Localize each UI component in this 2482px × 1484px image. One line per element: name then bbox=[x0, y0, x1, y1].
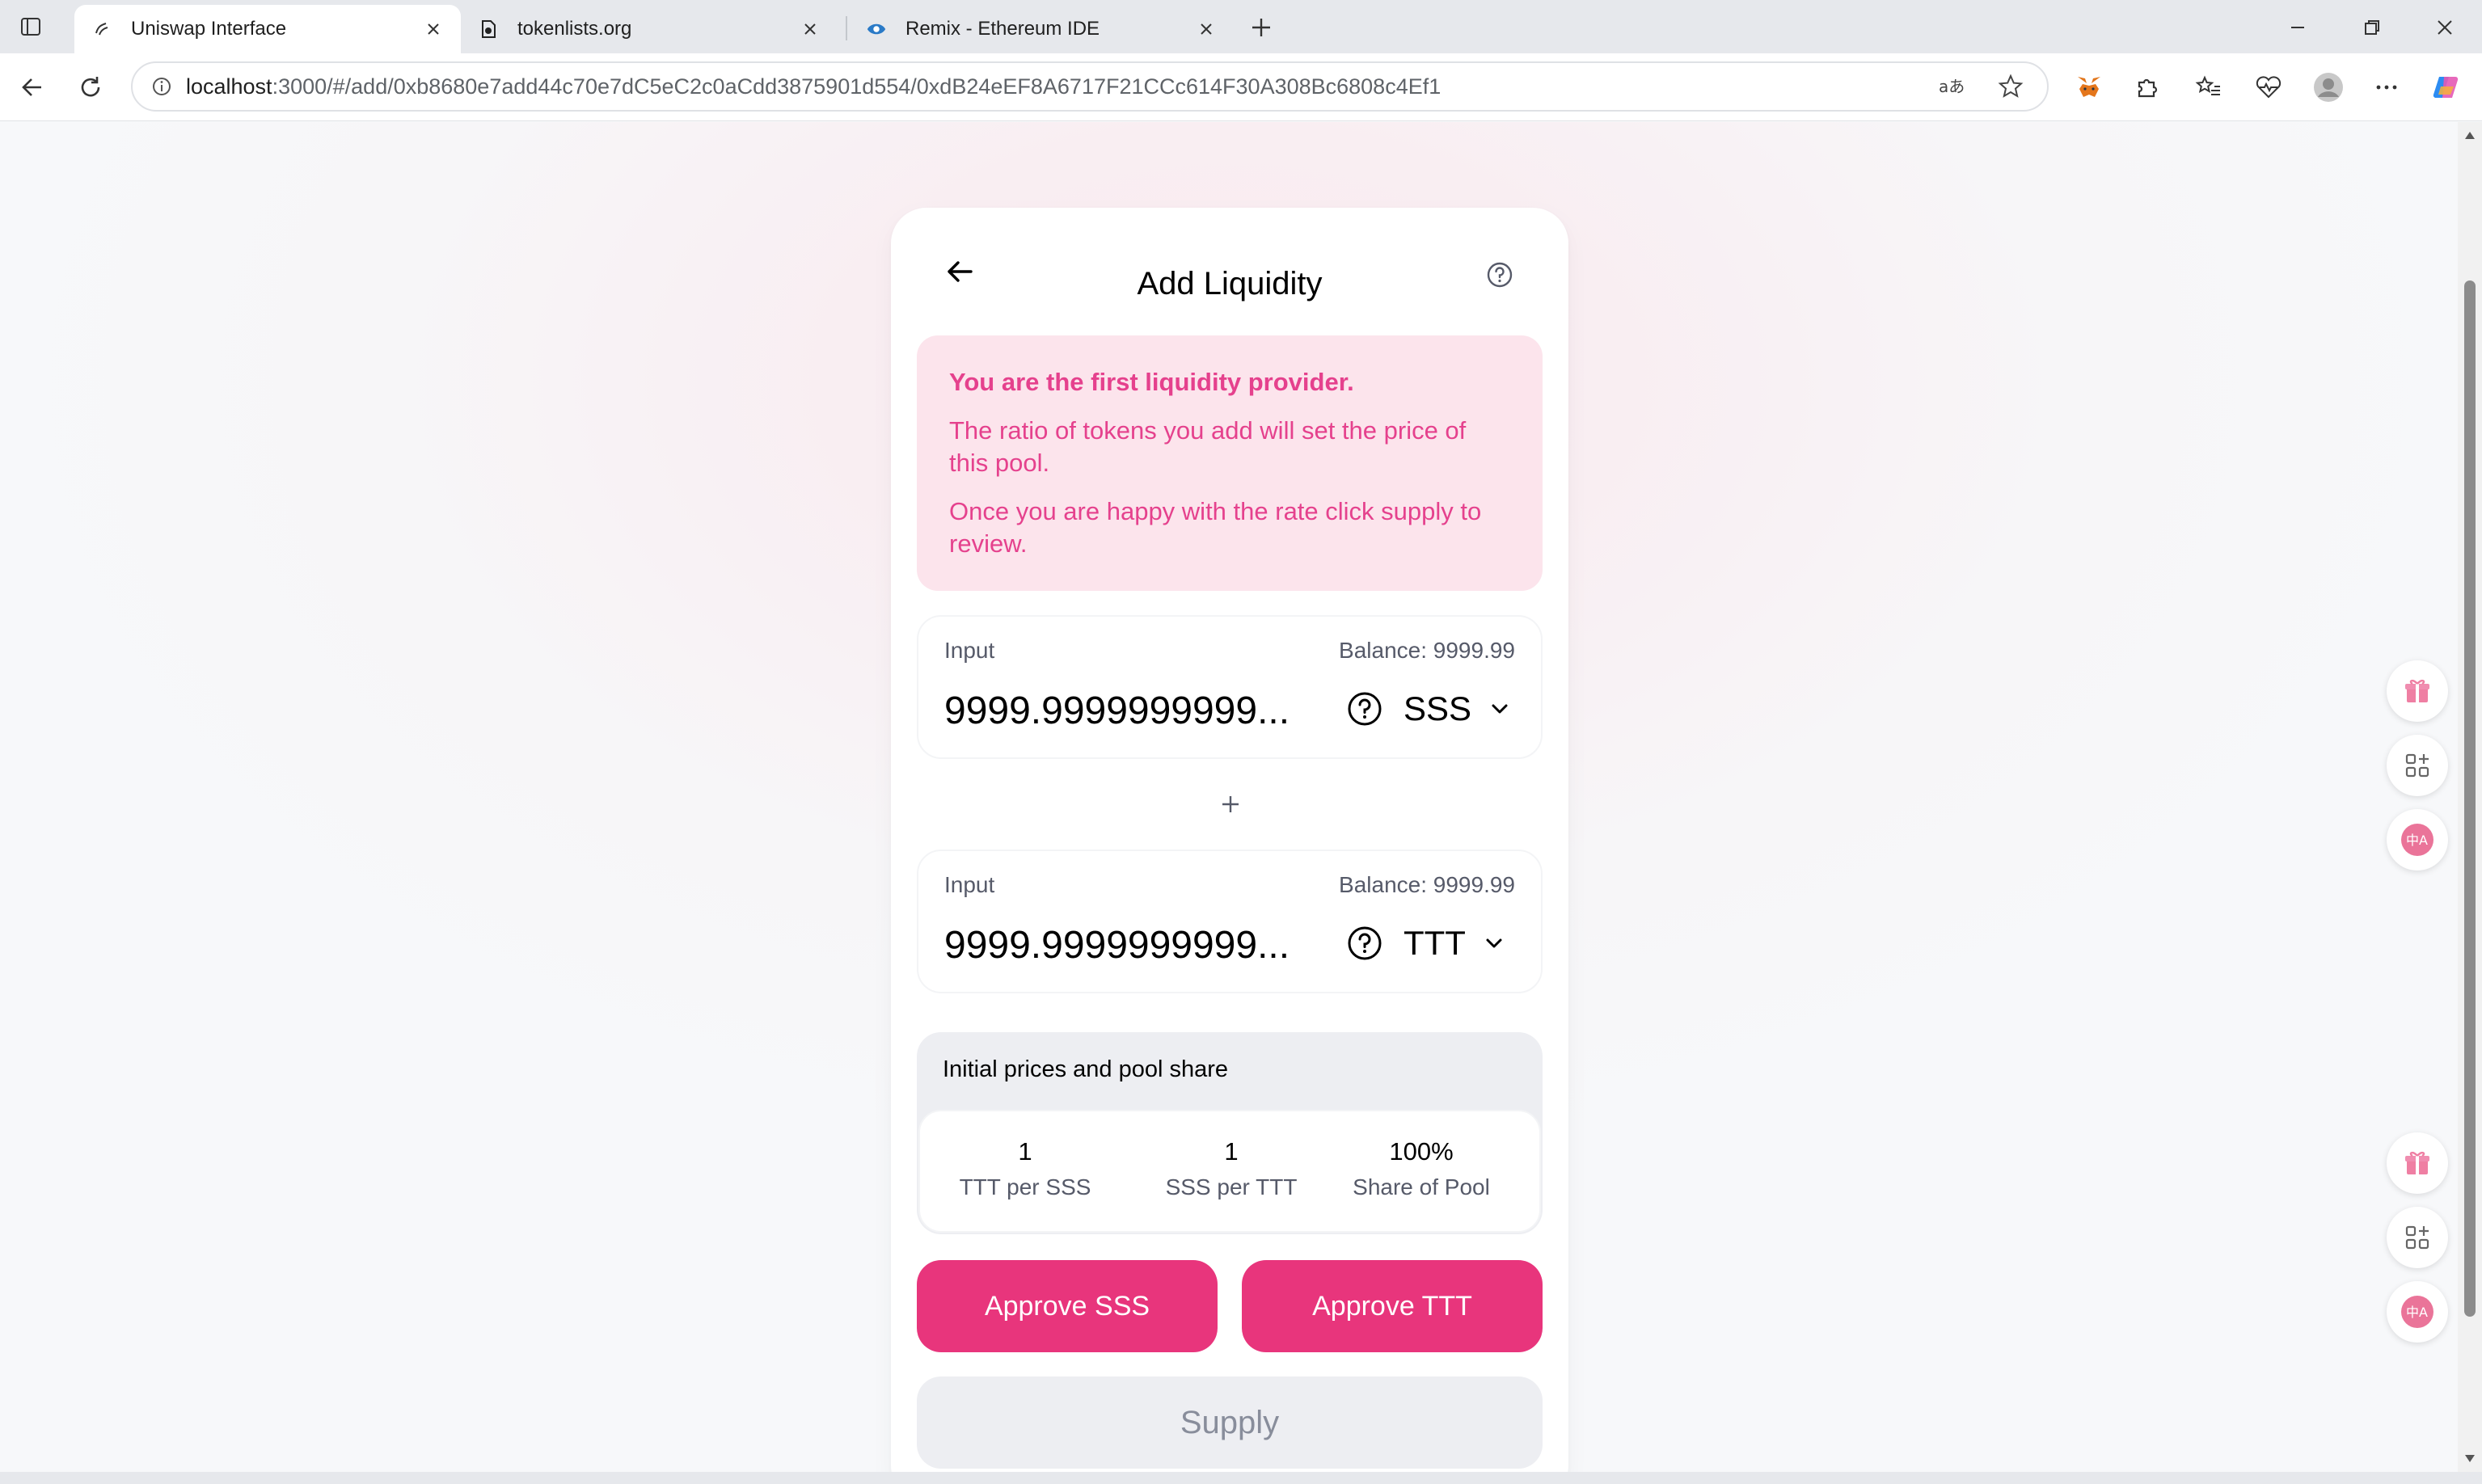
tab-title: Remix - Ethereum IDE bbox=[905, 18, 1100, 40]
approve-sss-button[interactable]: Approve SSS bbox=[917, 1260, 1218, 1352]
chevron-down-icon bbox=[1488, 697, 1512, 721]
close-tab-icon[interactable] bbox=[1195, 18, 1218, 40]
balance-text[interactable]: Balance: 9999.99 bbox=[1339, 872, 1515, 898]
input-label: Input bbox=[944, 638, 995, 663]
initial-prices-panel: Initial prices and pool share 1 TTT per … bbox=[917, 1032, 1543, 1234]
help-question-icon[interactable] bbox=[1481, 256, 1518, 293]
more-menu-icon[interactable] bbox=[2369, 70, 2404, 105]
uniswap-favicon-icon bbox=[91, 18, 113, 40]
currency-input-panel-a: Input Balance: 9999.99 SSS bbox=[917, 615, 1543, 759]
tab-uniswap[interactable]: Uniswap Interface bbox=[74, 5, 461, 53]
url-text[interactable]: localhost:3000/#/add/0xb8680e7add44c70e7… bbox=[186, 74, 1931, 99]
amount-input-a[interactable] bbox=[944, 686, 1332, 735]
page-scrollbar[interactable] bbox=[2458, 122, 2482, 1472]
first-provider-notice: You are the first liquidity provider. Th… bbox=[917, 335, 1543, 591]
unknown-token-icon bbox=[1345, 924, 1384, 963]
apps-add-icon[interactable] bbox=[2387, 735, 2448, 796]
close-tab-icon[interactable] bbox=[799, 18, 821, 40]
read-aloud-icon[interactable]: aあ bbox=[1931, 65, 1974, 108]
new-tab-button[interactable] bbox=[1245, 11, 1277, 44]
browser-essentials-icon[interactable] bbox=[2251, 70, 2286, 105]
browser-tab-bar: Uniswap Interface tokenlists.org Remix -… bbox=[0, 0, 2482, 53]
tab-title: Uniswap Interface bbox=[131, 18, 287, 40]
browser-toolbar: localhost:3000/#/add/0xb8680e7add44c70e7… bbox=[0, 53, 2482, 121]
sidebar-toggle-icon[interactable] bbox=[16, 12, 45, 41]
site-info-icon[interactable] bbox=[137, 62, 186, 111]
address-bar[interactable]: localhost:3000/#/add/0xb8680e7add44c70e7… bbox=[131, 61, 2049, 112]
plus-icon bbox=[1214, 788, 1247, 820]
price-value: 1 bbox=[1224, 1137, 1239, 1166]
url-host: localhost bbox=[186, 74, 272, 99]
close-tab-icon[interactable] bbox=[422, 18, 445, 40]
price-label: Share of Pool bbox=[1353, 1174, 1490, 1199]
profile-avatar-icon[interactable] bbox=[2311, 70, 2346, 105]
scroll-down-icon[interactable] bbox=[2462, 1451, 2478, 1467]
page-title: Add Liquidity bbox=[1137, 266, 1323, 301]
notice-review-text: Once you are happy with the rate click s… bbox=[949, 497, 1482, 558]
token-select-b[interactable]: TTT bbox=[1345, 919, 1506, 968]
svg-text:中A: 中A bbox=[2406, 1305, 2428, 1320]
tab-tokenlists[interactable]: tokenlists.org bbox=[461, 5, 838, 53]
reload-icon[interactable] bbox=[73, 70, 108, 105]
extensions-icon[interactable] bbox=[2130, 70, 2165, 105]
translate-icon[interactable]: 中A bbox=[2387, 1281, 2448, 1343]
price-item-ttt-per-sss: 1 TTT per SSS bbox=[944, 1136, 1106, 1204]
url-path: :3000/#/add/0xb8680e7add44c70e7dC5eC2c0a… bbox=[272, 74, 1442, 99]
price-label: SSS per TTT bbox=[1165, 1174, 1298, 1199]
notice-heading: You are the first liquidity provider. bbox=[949, 368, 1354, 396]
scroll-up-icon[interactable] bbox=[2462, 127, 2478, 143]
svg-text:aあ: aあ bbox=[1939, 77, 1965, 96]
window-bottom-edge bbox=[0, 1472, 2482, 1484]
notice-ratio-text: The ratio of tokens you add will set the… bbox=[949, 416, 1467, 477]
amount-input-b[interactable] bbox=[944, 921, 1332, 969]
close-window-icon[interactable] bbox=[2427, 10, 2463, 45]
price-item-share-of-pool: 100% Share of Pool bbox=[1340, 1136, 1502, 1204]
minimize-icon[interactable] bbox=[2280, 10, 2315, 45]
remix-favicon-icon bbox=[865, 18, 888, 40]
unknown-token-icon bbox=[1345, 689, 1384, 728]
price-value: 100% bbox=[1389, 1137, 1454, 1166]
tab-title: tokenlists.org bbox=[517, 18, 632, 40]
currency-input-panel-b: Input Balance: 9999.99 TTT bbox=[917, 850, 1543, 993]
supply-button[interactable]: Supply bbox=[917, 1376, 1543, 1469]
page-content: Add Liquidity You are the first liquidit… bbox=[0, 122, 2458, 1472]
copilot-icon[interactable] bbox=[2429, 70, 2464, 105]
favorite-star-icon[interactable] bbox=[1989, 65, 2032, 108]
apps-add-icon[interactable] bbox=[2387, 1207, 2448, 1268]
price-value: 1 bbox=[1018, 1137, 1032, 1166]
balance-text[interactable]: Balance: 9999.99 bbox=[1339, 638, 1515, 664]
metamask-icon[interactable] bbox=[2071, 70, 2107, 105]
gift-icon[interactable] bbox=[2387, 660, 2448, 722]
favorites-icon[interactable] bbox=[2191, 70, 2227, 105]
prices-title: Initial prices and pool share bbox=[943, 1056, 1229, 1082]
price-label: TTT per SSS bbox=[959, 1174, 1091, 1199]
chevron-down-icon bbox=[1482, 931, 1506, 955]
gift-icon[interactable] bbox=[2387, 1132, 2448, 1194]
input-label: Input bbox=[944, 872, 995, 897]
svg-text:中A: 中A bbox=[2406, 833, 2428, 848]
tab-remix[interactable]: Remix - Ethereum IDE bbox=[849, 5, 1234, 53]
tab-divider bbox=[846, 16, 847, 40]
token-select-a[interactable]: SSS bbox=[1345, 685, 1512, 733]
approve-ttt-button[interactable]: Approve TTT bbox=[1242, 1260, 1543, 1352]
back-icon[interactable] bbox=[15, 70, 50, 105]
translate-icon[interactable]: 中A bbox=[2387, 809, 2448, 871]
scroll-thumb[interactable] bbox=[2464, 280, 2476, 1317]
price-item-sss-per-ttt: 1 SSS per TTT bbox=[1150, 1136, 1312, 1204]
token-symbol: TTT bbox=[1404, 924, 1466, 962]
restore-icon[interactable] bbox=[2354, 10, 2390, 45]
token-symbol: SSS bbox=[1404, 689, 1472, 727]
tokenlists-favicon-icon bbox=[477, 18, 500, 40]
prices-grid: 1 TTT per SSS 1 SSS per TTT 100% Share o… bbox=[918, 1110, 1541, 1233]
add-liquidity-card: Add Liquidity You are the first liquidit… bbox=[891, 208, 1568, 1472]
